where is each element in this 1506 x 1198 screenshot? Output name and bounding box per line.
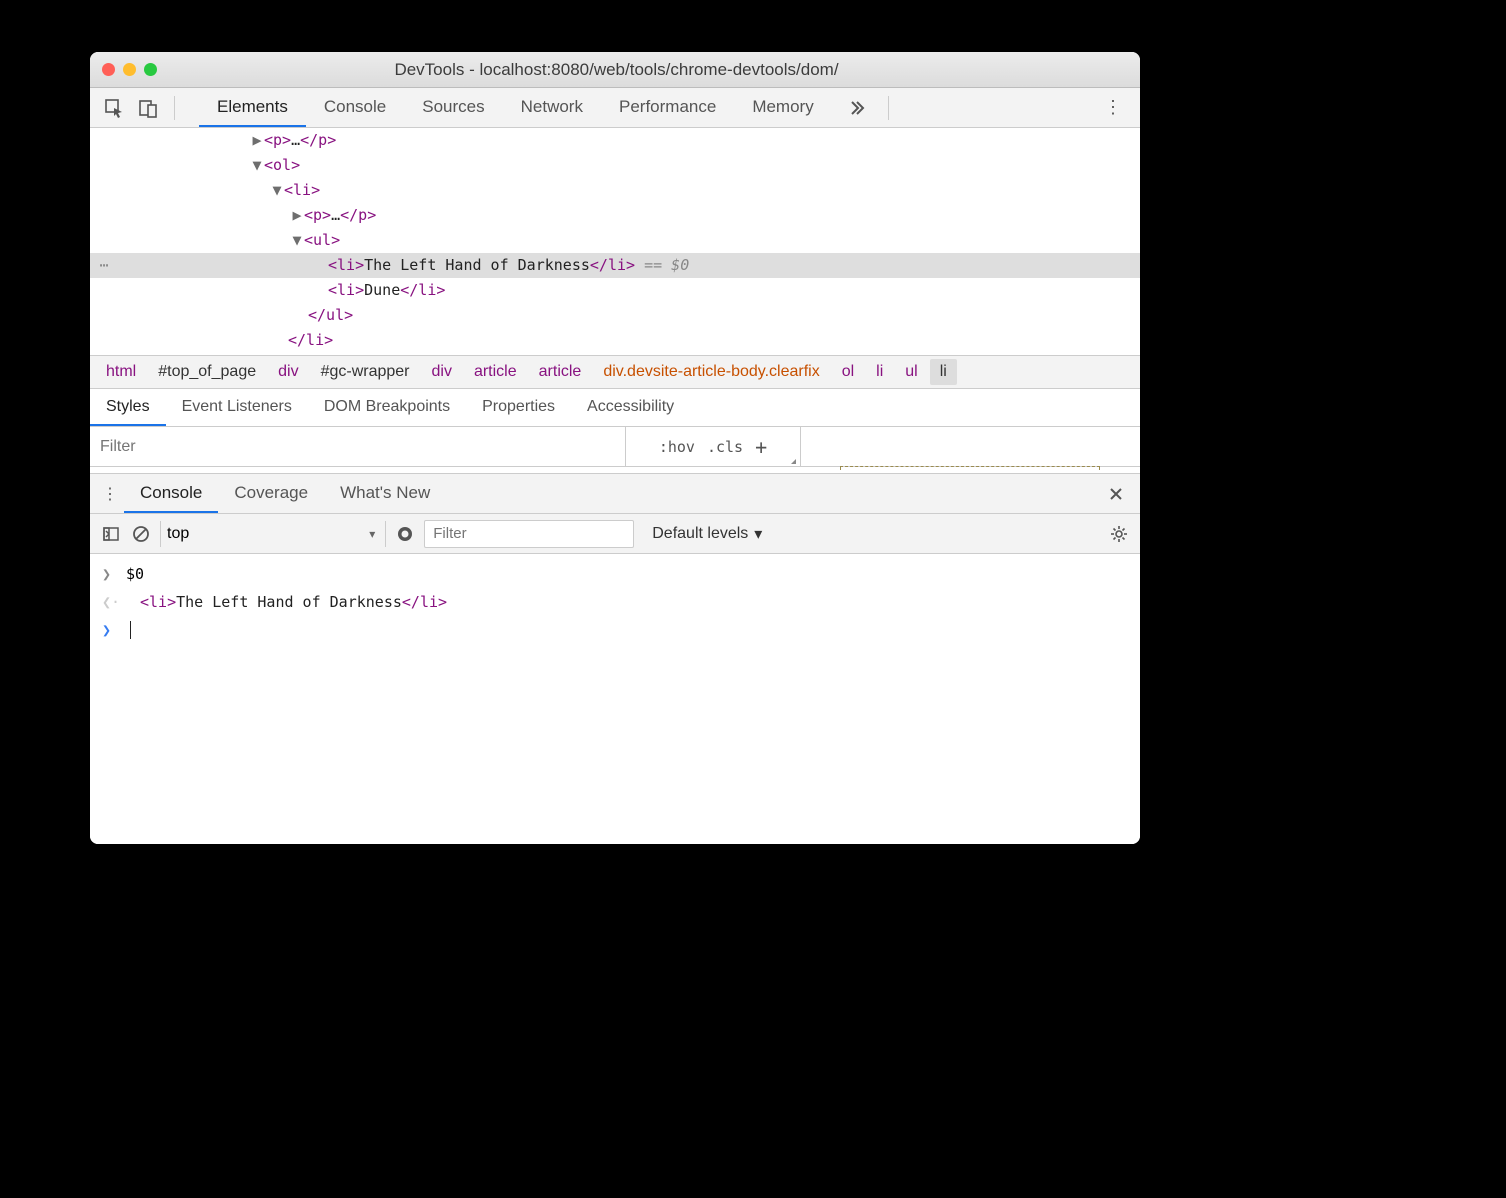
main-menu-button[interactable]: ⋮: [1096, 97, 1130, 118]
expand-arrow-icon[interactable]: ▼: [270, 178, 284, 203]
tab-console[interactable]: Console: [306, 88, 404, 127]
console-body[interactable]: ❯$0❮·<li>The Left Hand of Darkness</li>❯: [90, 554, 1140, 844]
breadcrumb-item[interactable]: li: [930, 359, 957, 385]
console-arrow-icon: ❮·: [102, 590, 120, 614]
console-context-value: top: [167, 525, 379, 543]
breadcrumb-item[interactable]: div: [268, 359, 308, 385]
dom-node[interactable]: ▼<ol>: [90, 153, 1140, 178]
breadcrumb-item[interactable]: div: [422, 359, 462, 385]
breadcrumb-item[interactable]: ol: [832, 359, 864, 385]
dom-node[interactable]: </li>: [90, 328, 1140, 353]
cursor: [130, 621, 131, 639]
titlebar: DevTools - localhost:8080/web/tools/chro…: [90, 52, 1140, 88]
window-title: DevTools - localhost:8080/web/tools/chro…: [105, 60, 1128, 80]
styles-tab-properties[interactable]: Properties: [466, 389, 571, 426]
breadcrumb-item[interactable]: div.devsite-article-body.clearfix: [593, 359, 829, 385]
breadcrumb-item[interactable]: article: [529, 359, 592, 385]
dom-node[interactable]: ▼<ul>: [90, 228, 1140, 253]
device-toggle-icon[interactable]: [134, 94, 162, 122]
main-toolbar: ElementsConsoleSourcesNetworkPerformance…: [90, 88, 1140, 128]
dropdown-indicator-icon: [791, 459, 796, 464]
dom-node[interactable]: ▶<p>…</p>: [90, 203, 1140, 228]
drawer: ⋮ ConsoleCoverageWhat's New top Default …: [90, 473, 1140, 844]
clear-console-icon[interactable]: [130, 523, 152, 545]
styles-tab-event-listeners[interactable]: Event Listeners: [166, 389, 308, 426]
box-model-fragment: [840, 466, 1100, 470]
styles-tab-dom-breakpoints[interactable]: DOM Breakpoints: [308, 389, 466, 426]
elements-panel: ▶<p>…</p>▼<ol>▼<li>▶<p>…</p>▼<ul>⋯<li>Th…: [90, 128, 1140, 355]
console-filter-input[interactable]: [424, 520, 634, 548]
log-levels-dropdown[interactable]: Default levels ▾: [652, 524, 762, 544]
console-arrow-icon: ❯: [102, 618, 120, 642]
console-context-select[interactable]: top: [160, 521, 386, 547]
more-tabs-button[interactable]: [838, 99, 876, 117]
dom-node[interactable]: ▼<li>: [90, 178, 1140, 203]
breadcrumb-item[interactable]: #gc-wrapper: [311, 359, 420, 385]
tab-performance[interactable]: Performance: [601, 88, 734, 127]
console-sidebar-toggle-icon[interactable]: [100, 523, 122, 545]
expand-arrow-icon[interactable]: ▼: [250, 153, 264, 178]
console-row: ❯$0: [90, 560, 1140, 588]
breadcrumb-item[interactable]: ul: [895, 359, 927, 385]
styles-filter-row: :hov .cls +: [90, 427, 1140, 467]
inspect-element-icon[interactable]: [100, 94, 128, 122]
dom-node[interactable]: </ul>: [90, 303, 1140, 328]
toolbar-separator: [888, 96, 889, 120]
tab-sources[interactable]: Sources: [404, 88, 502, 127]
console-toolbar: top Default levels ▾: [90, 514, 1140, 554]
drawer-tab-what-s-new[interactable]: What's New: [324, 474, 446, 513]
styles-filter-actions: :hov .cls +: [625, 427, 800, 466]
dom-node[interactable]: ▶<p>…</p>: [90, 128, 1140, 153]
breadcrumb-item[interactable]: article: [464, 359, 527, 385]
tab-memory[interactable]: Memory: [734, 88, 831, 127]
tab-network[interactable]: Network: [503, 88, 601, 127]
dom-node[interactable]: <li>Dune</li>: [90, 278, 1140, 303]
console-arrow-icon: ❯: [102, 562, 120, 586]
expand-arrow-icon[interactable]: ▶: [250, 128, 264, 153]
expand-arrow-icon[interactable]: ▼: [290, 228, 304, 253]
new-style-rule-button[interactable]: +: [755, 435, 767, 459]
devtools-window: DevTools - localhost:8080/web/tools/chro…: [90, 52, 1140, 844]
breadcrumb-item[interactable]: html: [96, 359, 146, 385]
styles-body: [90, 467, 1140, 473]
breadcrumb-item[interactable]: li: [866, 359, 893, 385]
styles-filter-input[interactable]: [90, 427, 625, 466]
tab-elements[interactable]: Elements: [199, 88, 306, 127]
live-expression-icon[interactable]: [394, 523, 416, 545]
cls-toggle[interactable]: .cls: [707, 438, 743, 456]
styles-tab-styles[interactable]: Styles: [90, 389, 166, 426]
hov-toggle[interactable]: :hov: [659, 438, 695, 456]
drawer-menu-button[interactable]: ⋮: [96, 474, 124, 513]
dom-node-selected[interactable]: ⋯<li>The Left Hand of Darkness</li> == $…: [90, 253, 1140, 278]
drawer-tab-console[interactable]: Console: [124, 474, 218, 513]
console-settings-icon[interactable]: [1108, 523, 1130, 545]
console-row: ❯: [90, 616, 1140, 644]
drawer-tabs: ⋮ ConsoleCoverageWhat's New: [90, 474, 1140, 514]
selected-marker-icon: ⋯: [90, 253, 118, 278]
drawer-tab-coverage[interactable]: Coverage: [218, 474, 324, 513]
toolbar-separator: [174, 96, 175, 120]
drawer-close-button[interactable]: [1098, 474, 1134, 513]
console-row: ❮·<li>The Left Hand of Darkness</li>: [90, 588, 1140, 616]
expand-arrow-icon[interactable]: ▶: [290, 203, 304, 228]
log-levels-label: Default levels: [652, 525, 748, 543]
breadcrumb-item[interactable]: #top_of_page: [148, 359, 266, 385]
breadcrumbs: html#top_of_pagediv#gc-wrapperdivarticle…: [90, 355, 1140, 389]
styles-tabs: StylesEvent ListenersDOM BreakpointsProp…: [90, 389, 1140, 427]
chevron-down-icon: ▾: [754, 524, 762, 544]
styles-tab-accessibility[interactable]: Accessibility: [571, 389, 690, 426]
